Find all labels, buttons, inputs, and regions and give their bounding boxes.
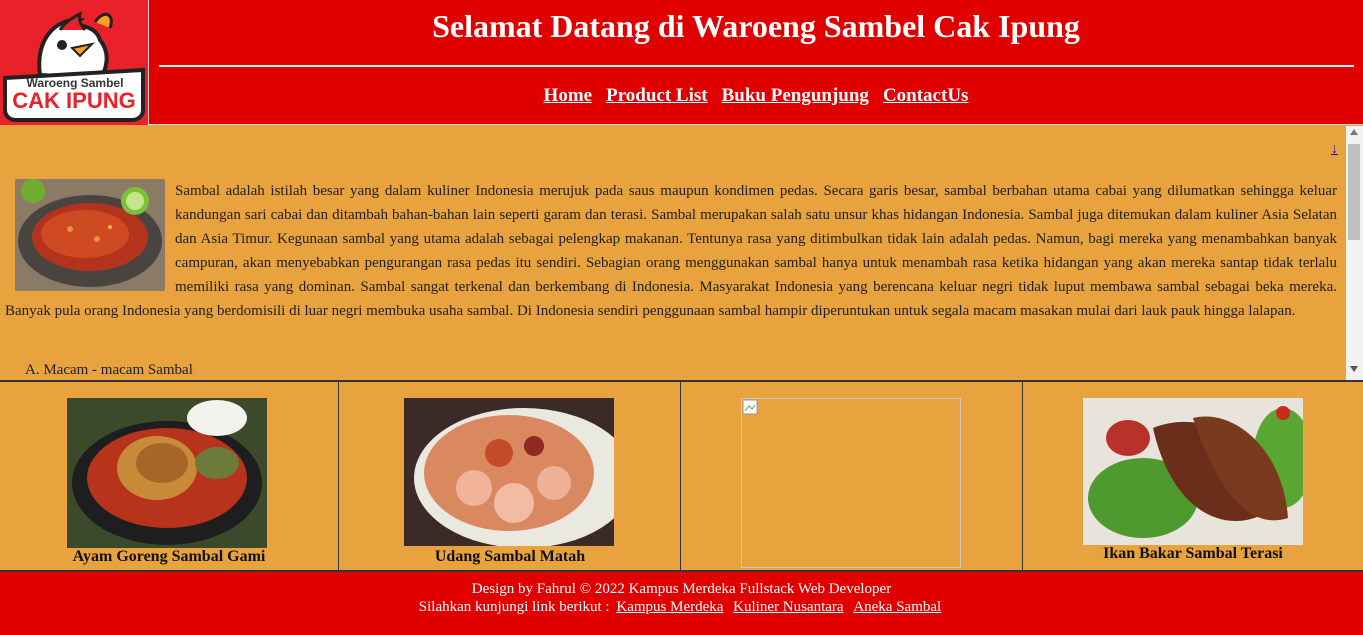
footer-link-kampus-merdeka[interactable]: Kampus Merdeka: [616, 599, 723, 615]
title-cell: Selamat Datang di Waroeng Sambel Cak Ipu…: [149, 0, 1363, 125]
scroll-down-arrow-icon[interactable]: [1350, 366, 1358, 372]
logo-text-bottom: CAK IPUNG: [12, 88, 136, 113]
sambal-image: [15, 179, 165, 291]
broken-image-icon: [742, 399, 758, 415]
footer-links: Silahkan kunjungi link berikut : Kampus …: [0, 598, 1363, 616]
nav-link-contactus[interactable]: ContactUs: [883, 85, 969, 106]
nav-link-home[interactable]: Home: [544, 85, 593, 106]
article: Sambal adalah istilah besar yang dalam k…: [5, 179, 1337, 323]
main-nav: Home Product List Buku Pengunjung Contac…: [149, 85, 1363, 107]
gallery-item: Ayam Goreng Sambal Gami: [0, 382, 338, 572]
scroll-up-arrow-icon[interactable]: [1350, 129, 1358, 135]
article-text: Sambal adalah istilah besar yang dalam k…: [5, 183, 1337, 319]
gallery-item: [680, 382, 1022, 572]
scroll-thumb[interactable]: [1348, 144, 1360, 240]
udang-image: [404, 398, 614, 546]
gallery-caption: Udang Sambal Matah: [434, 548, 586, 565]
footer-link-kuliner-nusantara[interactable]: Kuliner Nusantara: [733, 599, 843, 615]
page-title: Selamat Datang di Waroeng Sambel Cak Ipu…: [432, 8, 1080, 44]
ikan-bakar-image: [1083, 398, 1303, 545]
logo: Waroeng Sambel CAK IPUNG: [0, 0, 149, 125]
gallery-caption: Ikan Bakar Sambal Terasi: [1103, 545, 1283, 562]
title-divider: [159, 65, 1354, 67]
ayam-goreng-image: [67, 398, 267, 548]
content-frame[interactable]: ↓ Sambal adalah istilah besar yang dalam…: [0, 126, 1346, 380]
footer-link-aneka-sambal[interactable]: Aneka Sambal: [853, 599, 941, 615]
footer-links-label: Silahkan kunjungi link berikut :: [418, 599, 610, 615]
nav-link-buku-pengunjung[interactable]: Buku Pengunjung: [722, 85, 869, 106]
gallery-item: Udang Sambal Matah: [338, 382, 681, 572]
gallery-caption: Ayam Goreng Sambal Gami: [72, 548, 266, 565]
nav-link-product-list[interactable]: Product List: [606, 85, 708, 106]
jump-link[interactable]: ↓: [1331, 142, 1338, 158]
gallery-item: Ikan Bakar Sambal Terasi: [1022, 382, 1363, 572]
broken-image: [741, 398, 961, 568]
product-gallery: Ayam Goreng Sambal Gami Udang Sambal Mat…: [0, 380, 1363, 572]
content-scrollbar[interactable]: [1346, 126, 1363, 380]
footer-credit: Design by Fahrul © 2022 Kampus Merdeka F…: [471, 581, 892, 597]
site-header: Waroeng Sambel CAK IPUNG Selamat Datang …: [0, 0, 1363, 125]
site-footer: Design by Fahrul © 2022 Kampus Merdeka F…: [0, 570, 1363, 635]
section-heading: A. Macam - macam Sambal: [25, 362, 193, 378]
